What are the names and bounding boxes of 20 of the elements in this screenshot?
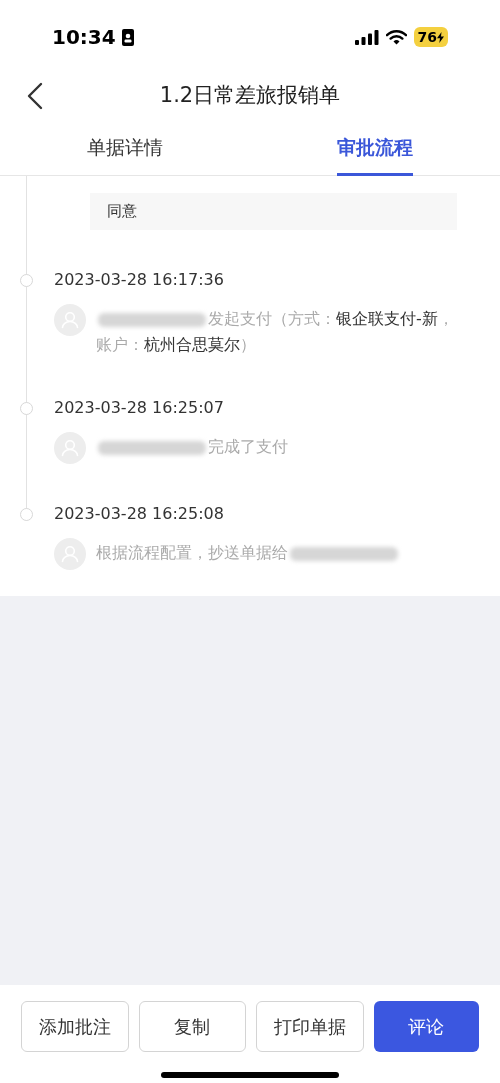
action-button[interactable]: 打印单据 xyxy=(256,1001,364,1052)
battery-indicator: 76 xyxy=(413,27,448,47)
wifi-icon xyxy=(385,29,407,45)
timestamp: 2023-03-28 16:17:36 xyxy=(54,269,225,291)
action-button[interactable]: 添加批注 xyxy=(21,1001,129,1052)
activity-text: 根据流程配置，抄送单据给 xyxy=(96,538,400,566)
clock: 10:34 xyxy=(52,24,116,51)
comment-box: 同意 xyxy=(90,193,457,230)
tab[interactable]: 单据详情 xyxy=(87,118,163,176)
charging-icon xyxy=(437,31,444,43)
signal-icon xyxy=(354,29,379,45)
timestamp: 2023-03-28 16:25:08 xyxy=(54,503,225,525)
comment-button[interactable]: 评论 xyxy=(373,1001,479,1052)
activity-text: 完成了支付 xyxy=(96,432,288,460)
action-button[interactable]: 复制 xyxy=(138,1001,246,1052)
page-title: 1.2日常差旅报销单 xyxy=(159,82,341,110)
activity-text: 发起支付（方式：银企联支付-新，账户：杭州合思莫尔） xyxy=(96,308,455,356)
back-icon[interactable] xyxy=(27,82,43,110)
timestamp: 2023-03-28 16:25:07 xyxy=(54,397,225,419)
id-card-icon xyxy=(121,28,134,46)
